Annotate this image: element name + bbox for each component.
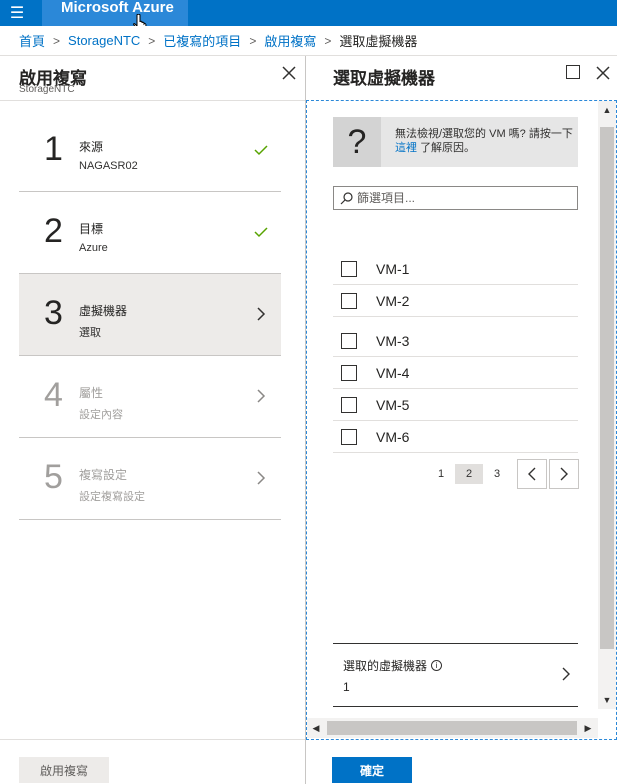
- pagination: 1 2 3: [427, 459, 579, 489]
- step-number: 1: [44, 130, 63, 168]
- step-label: 來源: [79, 140, 104, 154]
- vm-checkbox[interactable]: [341, 396, 357, 413]
- step-source[interactable]: 1 來源 NAGASR02: [19, 110, 281, 192]
- close-icon[interactable]: [594, 64, 612, 82]
- scrollbar-thumb[interactable]: [600, 127, 614, 649]
- select-vm-blade: 選取虛擬機器 ? 無法檢視/選取您的 VM 嗎? 請按一下 這裡 了解原因。 V…: [306, 56, 617, 784]
- chevron-right-icon: [560, 467, 568, 481]
- checkmark-icon: [254, 145, 268, 156]
- previous-page-button[interactable]: [517, 459, 547, 489]
- step-virtual-machines[interactable]: 3 虛擬機器 選取: [19, 274, 281, 356]
- step-properties[interactable]: 4 屬性 設定內容: [19, 356, 281, 438]
- brand-title[interactable]: Microsoft Azure: [42, 0, 188, 26]
- enable-replication-button: 啟用複寫: [19, 757, 109, 783]
- chevron-right-icon: >: [53, 33, 61, 48]
- vm-name: VM-3: [376, 332, 410, 349]
- step-label: 目標: [79, 222, 104, 236]
- step-value: NAGASR02: [79, 160, 138, 172]
- info-link[interactable]: 這裡: [395, 142, 417, 154]
- step-value: 設定內容: [79, 409, 123, 421]
- vm-row[interactable]: VM-1: [333, 253, 578, 285]
- vm-checkbox[interactable]: [341, 428, 357, 445]
- vm-name: VM-4: [376, 364, 410, 381]
- next-page-button[interactable]: [549, 459, 579, 489]
- step-label: 虛擬機器: [79, 304, 128, 318]
- close-icon[interactable]: [280, 64, 298, 82]
- vm-checkbox[interactable]: [341, 260, 357, 277]
- page-3[interactable]: 3: [483, 464, 511, 484]
- top-bar: ☰ Microsoft Azure: [0, 0, 617, 32]
- vm-checkbox[interactable]: [341, 292, 357, 309]
- page-1[interactable]: 1: [427, 464, 455, 484]
- selected-vms-count: 1: [343, 680, 350, 694]
- vm-checkbox[interactable]: [341, 364, 357, 381]
- page-2[interactable]: 2: [455, 464, 483, 484]
- step-number: 2: [44, 212, 63, 250]
- vertical-scrollbar[interactable]: ▲ ▼: [598, 101, 616, 709]
- scroll-right-icon[interactable]: ▶: [579, 718, 597, 738]
- vm-row[interactable]: VM-2: [333, 285, 578, 317]
- selected-vms-summary[interactable]: 選取的虛擬機器 i 1: [333, 643, 578, 707]
- step-replication-settings[interactable]: 5 複寫設定 設定複寫設定: [19, 438, 281, 520]
- search-icon: [340, 191, 353, 204]
- vm-row[interactable]: VM-5: [333, 389, 578, 421]
- scroll-left-icon[interactable]: ◀: [307, 718, 325, 738]
- blade-content: ? 無法檢視/選取您的 VM 嗎? 請按一下 這裡 了解原因。 VM-1 VM-…: [306, 100, 617, 740]
- vm-checkbox[interactable]: [341, 332, 357, 349]
- ok-button[interactable]: 確定: [332, 757, 412, 783]
- step-value: Azure: [79, 242, 108, 254]
- vm-row[interactable]: VM-4: [333, 357, 578, 389]
- breadcrumb: 首頁 > StorageNTC > 已複寫的項目 > 啟用複寫 > 選取虛擬機器: [0, 26, 617, 56]
- scroll-up-icon[interactable]: ▲: [598, 101, 616, 119]
- step-target[interactable]: 2 目標 Azure: [19, 192, 281, 274]
- selected-vms-label: 選取的虛擬機器 i: [343, 657, 443, 674]
- filter-field[interactable]: [333, 186, 578, 210]
- checkmark-icon: [254, 227, 268, 238]
- divider: [0, 100, 305, 101]
- step-value: 選取: [79, 327, 101, 339]
- scrollbar-thumb[interactable]: [327, 721, 577, 735]
- vm-name: VM-2: [376, 292, 410, 309]
- chevron-right-icon: >: [148, 33, 156, 48]
- breadcrumb-storagentc[interactable]: StorageNTC: [68, 33, 140, 48]
- horizontal-scrollbar[interactable]: ◀ ▶: [307, 718, 598, 738]
- breadcrumb-current: 選取虛擬機器: [339, 34, 418, 49]
- hamburger-icon[interactable]: ☰: [0, 0, 34, 26]
- breadcrumb-home[interactable]: 首頁: [19, 31, 45, 50]
- info-banner: ? 無法檢視/選取您的 VM 嗎? 請按一下 這裡 了解原因。: [333, 117, 578, 167]
- breadcrumb-replicated-items[interactable]: 已複寫的項目: [163, 31, 241, 50]
- vm-name: VM-6: [376, 428, 410, 445]
- step-value: 設定複寫設定: [79, 491, 145, 503]
- chevron-right-icon: [257, 471, 266, 485]
- maximize-icon[interactable]: [566, 65, 580, 79]
- chevron-right-icon: [562, 667, 570, 681]
- breadcrumb-enable-replication[interactable]: 啟用複寫: [264, 31, 316, 50]
- scroll-down-icon[interactable]: ▼: [598, 691, 616, 709]
- chevron-right-icon: >: [249, 33, 257, 48]
- chevron-left-icon: [528, 467, 536, 481]
- step-number: 5: [44, 458, 63, 496]
- chevron-right-icon: [257, 307, 266, 321]
- info-icon: i: [431, 660, 443, 671]
- blade-title: 選取虛擬機器: [333, 69, 435, 88]
- info-text: 無法檢視/選取您的 VM 嗎? 請按一下 這裡 了解原因。: [395, 128, 573, 154]
- blade-subtitle: StorageNTC: [19, 84, 75, 95]
- chevron-right-icon: >: [324, 33, 332, 48]
- vm-name: VM-5: [376, 396, 410, 413]
- filter-input[interactable]: [357, 191, 557, 205]
- step-number: 3: [44, 294, 63, 332]
- vm-row[interactable]: VM-6: [333, 421, 578, 453]
- vm-row[interactable]: VM-3: [333, 325, 578, 357]
- enable-replication-blade: 啟用複寫 StorageNTC 1 來源 NAGASR02 2 目標 Azure…: [0, 56, 306, 784]
- step-label: 屬性: [79, 386, 104, 400]
- question-icon: ?: [333, 117, 381, 167]
- chevron-right-icon: [257, 389, 266, 403]
- step-number: 4: [44, 376, 63, 414]
- footer-divider: [0, 739, 305, 740]
- step-label: 複寫設定: [79, 468, 128, 482]
- vm-name: VM-1: [376, 260, 410, 277]
